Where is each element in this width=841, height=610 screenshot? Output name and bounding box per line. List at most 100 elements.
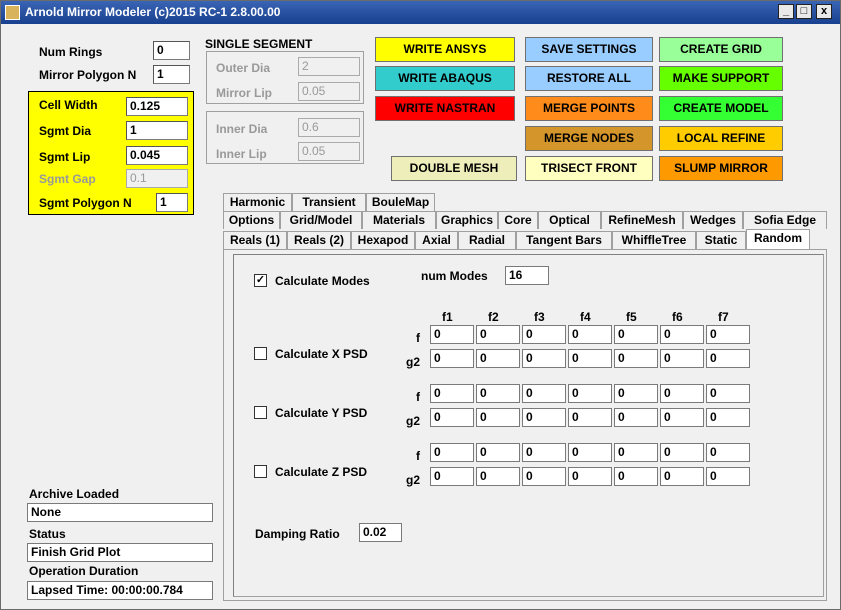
tab-sofia-edge[interactable]: Sofia Edge [743, 211, 827, 229]
g2-input[interactable]: 0 [706, 408, 750, 427]
g2-input[interactable]: 0 [522, 349, 566, 368]
f-input[interactable]: 0 [476, 384, 520, 403]
g2-input[interactable]: 0 [706, 467, 750, 486]
restore-all-button[interactable]: RESTORE ALL [525, 66, 653, 91]
damping-ratio-input[interactable]: 0.02 [359, 523, 402, 542]
tab-tangent-bars[interactable]: Tangent Bars [516, 231, 612, 249]
f-input[interactable]: 0 [614, 384, 658, 403]
f-input[interactable]: 0 [430, 443, 474, 462]
psd-checkbox-1[interactable] [254, 406, 267, 419]
g2-input[interactable]: 0 [522, 467, 566, 486]
f-input[interactable]: 0 [476, 325, 520, 344]
g2-input[interactable]: 0 [660, 349, 704, 368]
merge-nodes-button[interactable]: MERGE NODES [525, 126, 653, 151]
calculate-modes-checkbox[interactable]: ✓ [254, 274, 267, 287]
g2-input[interactable]: 0 [430, 467, 474, 486]
create-model-button[interactable]: CREATE MODEL [659, 96, 783, 121]
f-input[interactable]: 0 [522, 443, 566, 462]
tab-materials[interactable]: Materials [362, 211, 436, 229]
f-input[interactable]: 0 [568, 384, 612, 403]
g2-input[interactable]: 0 [614, 467, 658, 486]
make-support-button[interactable]: MAKE SUPPORT [659, 66, 783, 91]
minimize-button[interactable]: _ [778, 4, 794, 19]
f-input[interactable]: 0 [614, 325, 658, 344]
f-input[interactable]: 0 [568, 325, 612, 344]
write-ansys-button[interactable]: WRITE ANSYS [375, 37, 515, 62]
write-nastran-button[interactable]: WRITE NASTRAN [375, 96, 515, 121]
f-input[interactable]: 0 [522, 384, 566, 403]
sgmt-dia-input[interactable]: 1 [126, 121, 188, 140]
close-button[interactable]: x [816, 4, 832, 19]
tab-harmonic[interactable]: Harmonic [223, 193, 292, 211]
tab-optical[interactable]: Optical [538, 211, 601, 229]
g2-input[interactable]: 0 [522, 408, 566, 427]
g2-input[interactable]: 0 [660, 467, 704, 486]
f-input[interactable]: 0 [660, 443, 704, 462]
psd-checkbox-2[interactable] [254, 465, 267, 478]
f-input[interactable]: 0 [522, 325, 566, 344]
f-input[interactable]: 0 [476, 443, 520, 462]
save-settings-button[interactable]: SAVE SETTINGS [525, 37, 653, 62]
sgmt-gap-input[interactable]: 0.1 [126, 169, 188, 188]
tab-random[interactable]: Random [746, 229, 810, 249]
tab-hexapod[interactable]: Hexapod [351, 231, 415, 249]
tab-core[interactable]: Core [498, 211, 538, 229]
title-bar[interactable]: Arnold Mirror Modeler (c)2015 RC-1 2.8.0… [1, 1, 840, 24]
outer-dia-input[interactable]: 2 [298, 57, 360, 76]
f-input[interactable]: 0 [706, 325, 750, 344]
slump-mirror-button[interactable]: SLUMP MIRROR [659, 156, 783, 181]
g2-input[interactable]: 0 [614, 349, 658, 368]
g2-input[interactable]: 0 [614, 408, 658, 427]
tab-transient[interactable]: Transient [292, 193, 366, 211]
maximize-button[interactable]: □ [796, 4, 812, 19]
cell-width-input[interactable]: 0.125 [126, 97, 188, 116]
inner-dia-input[interactable]: 0.6 [298, 118, 360, 137]
f-input[interactable]: 0 [706, 443, 750, 462]
tab-static[interactable]: Static [696, 231, 746, 249]
inner-lip-label: Inner Lip [216, 147, 267, 161]
f-input[interactable]: 0 [660, 325, 704, 344]
double-mesh-button[interactable]: DOUBLE MESH [391, 156, 517, 181]
merge-points-button[interactable]: MERGE POINTS [525, 96, 653, 121]
tab-refinemesh[interactable]: RefineMesh [601, 211, 683, 229]
psd-checkbox-0[interactable] [254, 347, 267, 360]
mirror-lip-input[interactable]: 0.05 [298, 82, 360, 101]
tab-boulemap[interactable]: BouleMap [366, 193, 435, 211]
num-modes-input[interactable]: 16 [505, 266, 549, 285]
tab-reals-2[interactable]: Reals (2) [287, 231, 351, 249]
inner-dia-label: Inner Dia [216, 122, 268, 136]
g2-input[interactable]: 0 [660, 408, 704, 427]
g2-input[interactable]: 0 [430, 349, 474, 368]
tab-axial[interactable]: Axial [415, 231, 458, 249]
tab-whiffletree[interactable]: WhiffleTree [612, 231, 696, 249]
create-grid-button[interactable]: CREATE GRID [659, 37, 783, 62]
f-input[interactable]: 0 [660, 384, 704, 403]
local-refine-button[interactable]: LOCAL REFINE [659, 126, 783, 151]
f-input[interactable]: 0 [430, 384, 474, 403]
g2-input[interactable]: 0 [476, 349, 520, 368]
f-input[interactable]: 0 [568, 443, 612, 462]
tab-reals-1[interactable]: Reals (1) [223, 231, 287, 249]
num-rings-input[interactable]: 0 [153, 41, 190, 60]
f-input[interactable]: 0 [430, 325, 474, 344]
g2-input[interactable]: 0 [706, 349, 750, 368]
tab-options[interactable]: Options [223, 211, 280, 229]
tab-radial[interactable]: Radial [458, 231, 516, 249]
g2-input[interactable]: 0 [568, 349, 612, 368]
f-input[interactable]: 0 [706, 384, 750, 403]
g2-input[interactable]: 0 [476, 467, 520, 486]
g2-input[interactable]: 0 [430, 408, 474, 427]
f-input[interactable]: 0 [614, 443, 658, 462]
g2-input[interactable]: 0 [476, 408, 520, 427]
tab-wedges[interactable]: Wedges [683, 211, 743, 229]
trisect-front-button[interactable]: TRISECT FRONT [525, 156, 653, 181]
sgmt-polygon-input[interactable]: 1 [156, 193, 188, 212]
mirror-polygon-input[interactable]: 1 [153, 65, 190, 84]
tab-grid-model[interactable]: Grid/Model [280, 211, 362, 229]
sgmt-lip-input[interactable]: 0.045 [126, 146, 188, 165]
tab-graphics[interactable]: Graphics [436, 211, 498, 229]
inner-lip-input[interactable]: 0.05 [298, 142, 360, 161]
g2-input[interactable]: 0 [568, 467, 612, 486]
write-abaqus-button[interactable]: WRITE ABAQUS [375, 66, 515, 91]
g2-input[interactable]: 0 [568, 408, 612, 427]
